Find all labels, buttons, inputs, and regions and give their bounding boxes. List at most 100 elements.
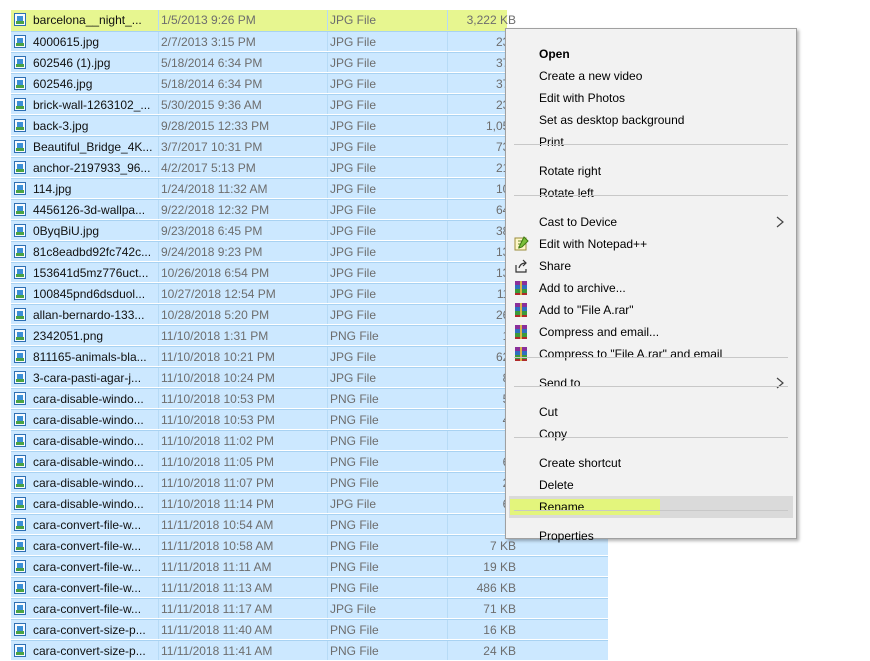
file-type: JPG File: [330, 77, 377, 91]
image-file-icon: [14, 539, 26, 552]
column-divider: [327, 263, 328, 282]
column-divider: [158, 74, 159, 93]
column-divider: [158, 242, 159, 261]
menu-item-edit-with-photos[interactable]: Edit with Photos: [509, 87, 793, 109]
file-date: 11/10/2018 11:07 PM: [161, 476, 274, 490]
menu-item-share[interactable]: Share: [509, 255, 793, 277]
menu-item-print[interactable]: Print: [509, 131, 793, 153]
highlight-marker: [510, 499, 660, 515]
menu-item-set-as-desktop-background[interactable]: Set as desktop background: [509, 109, 793, 131]
file-type: JPG File: [330, 266, 377, 280]
file-type: JPG File: [330, 371, 377, 385]
file-size: 16 KB: [483, 623, 516, 637]
column-divider: [327, 179, 328, 198]
column-divider: [158, 158, 159, 177]
menu-item-label: Share: [539, 259, 572, 273]
image-file-icon: [14, 161, 26, 174]
menu-item-label: Delete: [539, 478, 574, 492]
image-file-icon: [14, 56, 26, 69]
file-name: cara-convert-file-w...: [33, 518, 142, 532]
file-type: PNG File: [330, 413, 379, 427]
column-divider: [327, 536, 328, 555]
file-name: 811165-animals-bla...: [33, 350, 147, 364]
file-type: PNG File: [330, 518, 379, 532]
file-type: PNG File: [330, 476, 379, 490]
file-row[interactable]: cara-convert-size-p... 11/11/2018 11:40 A…: [11, 619, 608, 639]
column-divider: [327, 32, 328, 51]
file-size: 486 KB: [476, 581, 516, 595]
column-divider: [158, 263, 159, 282]
menu-item-compress-and-email[interactable]: Compress and email...: [509, 321, 793, 343]
menu-item-delete[interactable]: Delete: [509, 474, 793, 496]
menu-item-compress-to-file-a-rar-and-email[interactable]: Compress to "File A.rar" and email: [509, 343, 793, 365]
menu-item-cut[interactable]: Cut: [509, 401, 793, 423]
column-divider: [327, 389, 328, 408]
column-divider: [158, 599, 159, 618]
file-type: PNG File: [330, 455, 379, 469]
file-type: JPG File: [330, 350, 377, 364]
image-file-icon: [14, 13, 26, 26]
menu-item-create-shortcut[interactable]: Create shortcut: [509, 452, 793, 474]
file-type: PNG File: [330, 644, 379, 658]
file-row[interactable]: barcelona__night_... 1/5/2013 9:26 PM JPG …: [11, 10, 608, 30]
menu-item-label: Compress to "File A.rar" and email: [539, 347, 723, 361]
image-file-icon: [14, 455, 26, 468]
file-size: 3,222 KB: [466, 13, 516, 27]
image-file-icon: [14, 287, 26, 300]
file-date: 11/11/2018 11:17 AM: [161, 602, 273, 616]
image-file-icon: [14, 119, 26, 132]
menu-item-edit-with-notepad[interactable]: Edit with Notepad++: [509, 233, 793, 255]
file-date: 11/10/2018 11:02 PM: [161, 434, 274, 448]
column-divider: [327, 410, 328, 429]
image-file-icon: [14, 308, 26, 321]
file-date: 11/10/2018 10:53 PM: [161, 413, 275, 427]
menu-item-add-to-file-a-rar[interactable]: Add to "File A.rar": [509, 299, 793, 321]
menu-item-create-a-new-video[interactable]: Create a new video: [509, 65, 793, 87]
image-file-icon: [14, 392, 26, 405]
file-name: brick-wall-1263102_...: [33, 98, 151, 112]
menu-item-rotate-right[interactable]: Rotate right: [509, 160, 793, 182]
file-type: JPG File: [330, 203, 377, 217]
image-file-icon: [14, 371, 26, 384]
file-name: cara-convert-file-w...: [33, 602, 142, 616]
image-file-icon: [14, 182, 26, 195]
menu-item-cast-to-device[interactable]: Cast to Device: [509, 211, 793, 233]
file-name: cara-convert-size-p...: [33, 623, 146, 637]
file-type: PNG File: [330, 560, 379, 574]
image-file-icon: [14, 329, 26, 342]
column-divider: [327, 620, 328, 639]
context-menu: Open Create a new video Edit with Photos Se…: [505, 28, 797, 543]
file-type: JPG File: [330, 308, 377, 322]
column-divider: [158, 200, 159, 219]
file-date: 11/10/2018 10:53 PM: [161, 392, 275, 406]
menu-item-add-to-archive[interactable]: Add to archive...: [509, 277, 793, 299]
menu-item-copy[interactable]: Copy: [509, 423, 793, 445]
file-row[interactable]: cara-convert-file-w... 11/11/2018 11:11 A…: [11, 556, 608, 576]
file-row[interactable]: cara-convert-file-w... 11/11/2018 11:13 A…: [11, 577, 608, 597]
column-divider: [327, 74, 328, 93]
column-divider: [158, 515, 159, 534]
menu-item-rename[interactable]: Rename: [509, 496, 793, 518]
column-divider: [158, 557, 159, 576]
menu-separator: [514, 144, 788, 145]
column-divider: [327, 200, 328, 219]
file-date: 5/30/2015 9:36 AM: [161, 98, 262, 112]
file-name: 2342051.png: [33, 329, 104, 343]
column-divider: [158, 305, 159, 324]
menu-item-send-to[interactable]: Send to: [509, 372, 793, 394]
file-name: allan-bernardo-133...: [33, 308, 145, 322]
menu-separator: [514, 195, 788, 196]
menu-item-open[interactable]: Open: [509, 43, 793, 65]
column-divider: [158, 641, 159, 660]
column-divider: [327, 641, 328, 660]
column-divider: [158, 578, 159, 597]
column-divider: [158, 10, 159, 30]
menu-item-rotate-left[interactable]: Rotate left: [509, 182, 793, 204]
menu-item-properties[interactable]: Properties: [509, 525, 793, 547]
file-row[interactable]: cara-convert-file-w... 11/11/2018 11:17 A…: [11, 598, 608, 618]
file-size: 7 KB: [489, 539, 516, 553]
file-row[interactable]: cara-convert-size-p... 11/11/2018 11:41 A…: [11, 640, 608, 660]
image-file-icon: [14, 98, 26, 111]
file-name: 602546.jpg: [33, 77, 93, 91]
image-file-icon: [14, 497, 26, 510]
